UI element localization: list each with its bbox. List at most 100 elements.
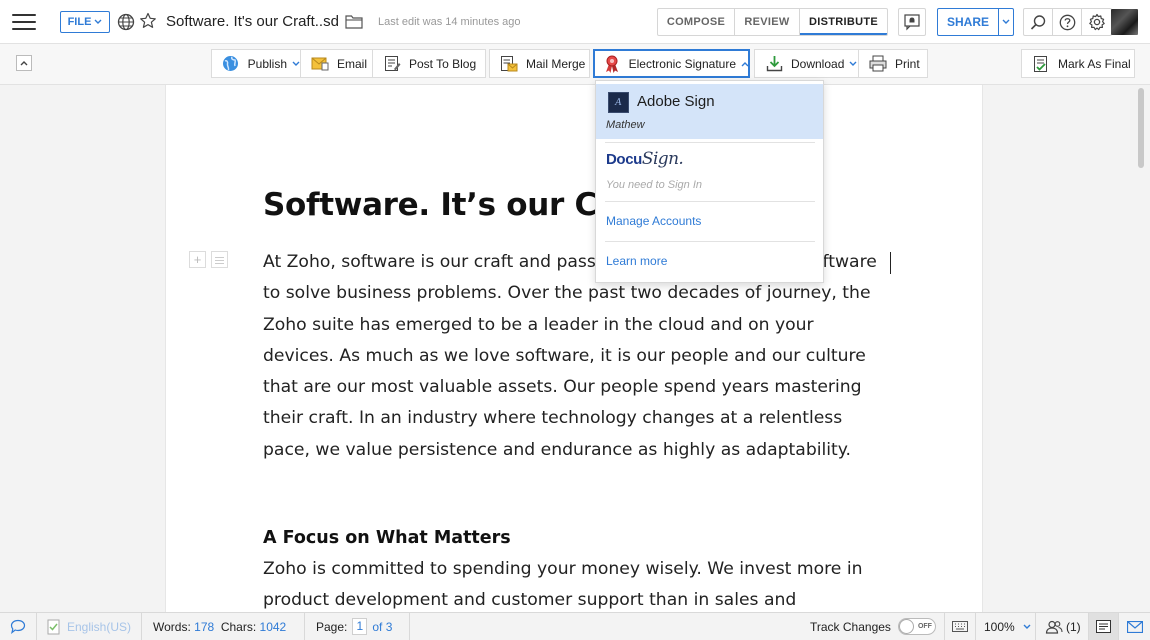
chevron-down-icon: [94, 19, 102, 24]
electronic-signature-menu: A Adobe Sign Mathew DocuSign. You need t…: [595, 80, 824, 283]
document-title[interactable]: Software. It's our Craft..sd: [166, 13, 339, 30]
page-number-input[interactable]: 1: [352, 618, 368, 635]
star-icon[interactable]: [139, 12, 157, 30]
last-edit-status: Last edit was 14 minutes ago: [378, 16, 521, 28]
spellcheck-icon: [47, 619, 60, 634]
word-count: Words: 178 Chars: 1042: [142, 613, 305, 640]
chars-value: 1042: [259, 619, 287, 634]
scrollbar-thumb[interactable]: [1138, 88, 1144, 168]
post-to-blog-label: Post To Blog: [409, 56, 477, 71]
file-menu-button[interactable]: FILE: [60, 11, 110, 33]
chevron-down-icon: [1002, 19, 1010, 24]
zoom-value: 100%: [984, 619, 1015, 634]
page-label: Page:: [316, 619, 348, 634]
words-value: 178: [194, 619, 215, 634]
share-options-button[interactable]: [998, 8, 1014, 36]
download-icon: [765, 55, 783, 73]
mail-merge-button[interactable]: Mail Merge: [489, 49, 590, 78]
words-label: Words:: [153, 619, 191, 634]
globe-icon[interactable]: [117, 13, 135, 31]
language-selector[interactable]: English(US): [37, 613, 142, 640]
share-button[interactable]: SHARE: [937, 8, 999, 36]
electronic-signature-button[interactable]: Electronic Signature: [593, 49, 750, 78]
docusign-logo-sign: Sign.: [641, 149, 684, 169]
collaborators-button[interactable]: (1): [1036, 613, 1089, 640]
print-button[interactable]: Print: [858, 49, 928, 78]
comments-panel-button[interactable]: [1089, 613, 1119, 640]
globe-icon: [222, 55, 240, 73]
search-button[interactable]: [1024, 9, 1053, 35]
add-block-icon[interactable]: +: [189, 251, 206, 268]
document-page[interactable]: Software. It’s our Cra + At Zoho, softwa…: [165, 85, 983, 612]
paragraph-2[interactable]: Zoho is committed to spending your money…: [263, 554, 863, 612]
chevron-up-icon: [20, 61, 28, 66]
paragraph-line: devices. As much as we love software, it…: [263, 345, 866, 366]
paragraph-line: pace, we value persistence and endurance…: [263, 439, 851, 460]
track-changes-label: Track Changes: [810, 619, 891, 634]
blog-icon: [383, 55, 401, 73]
vertical-scrollbar[interactable]: [1136, 85, 1146, 612]
mail-merge-label: Mail Merge: [526, 56, 586, 71]
folder-icon[interactable]: [345, 14, 363, 29]
print-label: Print: [895, 56, 920, 71]
toggle-state: OFF: [917, 623, 932, 630]
status-bar: English(US) Words: 178 Chars: 1042 Page:…: [0, 612, 1150, 640]
download-button[interactable]: Download: [754, 49, 861, 78]
text-cursor: [890, 252, 891, 274]
paragraph-line: product development and customer support…: [263, 590, 797, 611]
gear-icon: [1088, 13, 1105, 31]
zoom-selector[interactable]: 100%: [976, 613, 1036, 640]
top-icon-group: [1023, 8, 1112, 36]
search-icon: [1030, 14, 1045, 30]
chat-button[interactable]: [0, 613, 37, 640]
help-button[interactable]: [1053, 9, 1082, 35]
menu-divider: [605, 241, 815, 242]
learn-more-link[interactable]: Learn more: [606, 254, 667, 268]
section-heading[interactable]: A Focus on What Matters: [263, 528, 511, 548]
mail-icon: [1126, 620, 1143, 633]
track-changes-switch[interactable]: OFF: [897, 618, 936, 635]
final-doc-icon: [1032, 55, 1050, 73]
track-changes-toggle[interactable]: Track Changes OFF: [800, 613, 944, 640]
document-area: Software. It’s our Cra + At Zoho, softwa…: [0, 85, 1150, 612]
printer-icon: [869, 55, 887, 73]
document-heading[interactable]: Software. It’s our Cra: [263, 187, 633, 223]
post-to-blog-button[interactable]: Post To Blog: [372, 49, 486, 78]
help-icon: [1059, 14, 1075, 30]
adobe-sign-label: Adobe Sign: [637, 93, 715, 110]
chevron-down-icon: [849, 61, 857, 67]
email-icon: [311, 55, 329, 73]
tab-distribute[interactable]: DISTRIBUTE: [800, 9, 887, 35]
chat-icon: [10, 619, 26, 634]
notifications-button[interactable]: [898, 8, 926, 36]
collaborators-count: (1): [1066, 619, 1081, 634]
paragraph-line: their craft. In an industry where techno…: [263, 408, 843, 429]
notification-icon: [904, 14, 920, 31]
publish-button[interactable]: Publish: [211, 49, 301, 78]
paragraph-menu-icon[interactable]: [211, 251, 228, 268]
mark-as-final-label: Mark As Final: [1058, 56, 1131, 71]
adobe-sign-option[interactable]: A Adobe Sign Mathew: [596, 84, 823, 139]
menu-icon[interactable]: [12, 14, 36, 30]
tab-review[interactable]: REVIEW: [735, 9, 800, 35]
toggle-knob: [898, 619, 914, 634]
menu-divider: [605, 201, 815, 202]
tab-compose[interactable]: COMPOSE: [658, 9, 735, 35]
paragraph-line: Zoho suite has emerged to be a leader in…: [263, 314, 814, 335]
keyboard-icon: [952, 621, 968, 632]
email-label: Email: [337, 56, 368, 71]
adobe-sign-user: Mathew: [606, 119, 645, 131]
collapse-toolbar-button[interactable]: [16, 55, 32, 71]
download-label: Download: [791, 56, 845, 71]
docusign-logo-docu: Docu: [606, 151, 642, 168]
paragraph-line: that are our most valuable assets. Our p…: [263, 377, 862, 398]
top-bar: FILE Software. It's our Craft..sd Last e…: [0, 0, 1150, 44]
feedback-button[interactable]: [1119, 613, 1150, 640]
avatar[interactable]: [1111, 9, 1138, 35]
chevron-up-icon: [741, 61, 749, 67]
settings-button[interactable]: [1082, 9, 1111, 35]
mark-as-final-button[interactable]: Mark As Final: [1021, 49, 1135, 78]
manage-accounts-link[interactable]: Manage Accounts: [606, 214, 701, 228]
email-button[interactable]: Email: [300, 49, 373, 78]
keyboard-button[interactable]: [944, 613, 976, 640]
